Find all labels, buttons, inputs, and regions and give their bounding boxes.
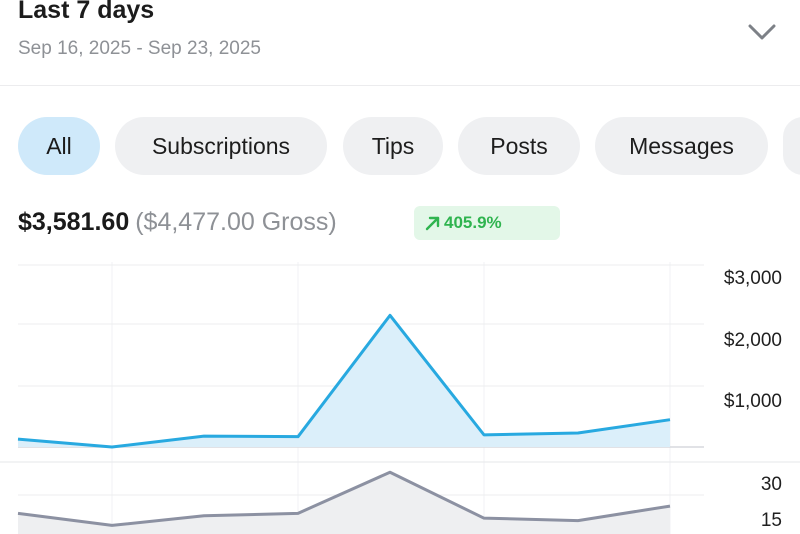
tab-posts[interactable]: Posts bbox=[458, 117, 580, 175]
tab-label: Subscriptions bbox=[151, 132, 291, 159]
date-range: Sep 16, 2025 - Sep 23, 2025 bbox=[18, 38, 261, 59]
change-percent: 405.9% bbox=[444, 213, 502, 232]
y-axis-ticks: $3,000 $2,000 $1,000 30 15 bbox=[724, 268, 782, 531]
tab-label: Posts bbox=[490, 132, 548, 159]
y-tick-label: $3,000 bbox=[724, 268, 782, 289]
tab-tips[interactable]: Tips bbox=[343, 117, 443, 175]
tab-messages[interactable]: Messages bbox=[595, 117, 768, 175]
trend-up-arrow-icon bbox=[425, 216, 440, 231]
tab-label: All bbox=[46, 132, 72, 159]
tab-overflow[interactable] bbox=[783, 117, 800, 175]
count-line-chart bbox=[17, 470, 671, 534]
earnings-area-chart bbox=[17, 313, 671, 449]
gross-earnings: ($4,477.00 Gross) bbox=[135, 208, 337, 236]
header-divider bbox=[0, 85, 800, 86]
period-title: Last 7 days bbox=[18, 0, 155, 24]
period-header[interactable]: Last 7 days Sep 16, 2025 - Sep 23, 2025 bbox=[0, 0, 800, 86]
net-earnings: $3,581.60 bbox=[18, 208, 130, 236]
tab-all[interactable]: All bbox=[18, 117, 100, 175]
y-tick-label: $1,000 bbox=[724, 391, 782, 412]
earnings-summary: $3,581.60 ($4,477.00 Gross) 405.9% bbox=[18, 206, 560, 248]
chevron-down-icon[interactable] bbox=[744, 18, 780, 46]
earnings-chart: $3,000 $2,000 $1,000 30 15 bbox=[0, 262, 800, 534]
y-tick-label: 15 bbox=[761, 510, 782, 531]
y-tick-label: $2,000 bbox=[724, 330, 782, 351]
change-badge: 405.9% bbox=[414, 206, 560, 240]
tab-label: Messages bbox=[629, 132, 734, 159]
tab-subscriptions[interactable]: Subscriptions bbox=[115, 117, 327, 175]
earnings-area-fill bbox=[18, 315, 670, 447]
category-filter-tabs: All Subscriptions Tips Posts Messages bbox=[0, 117, 800, 177]
tab-label: Tips bbox=[371, 132, 415, 159]
y-tick-label: 30 bbox=[761, 474, 782, 495]
